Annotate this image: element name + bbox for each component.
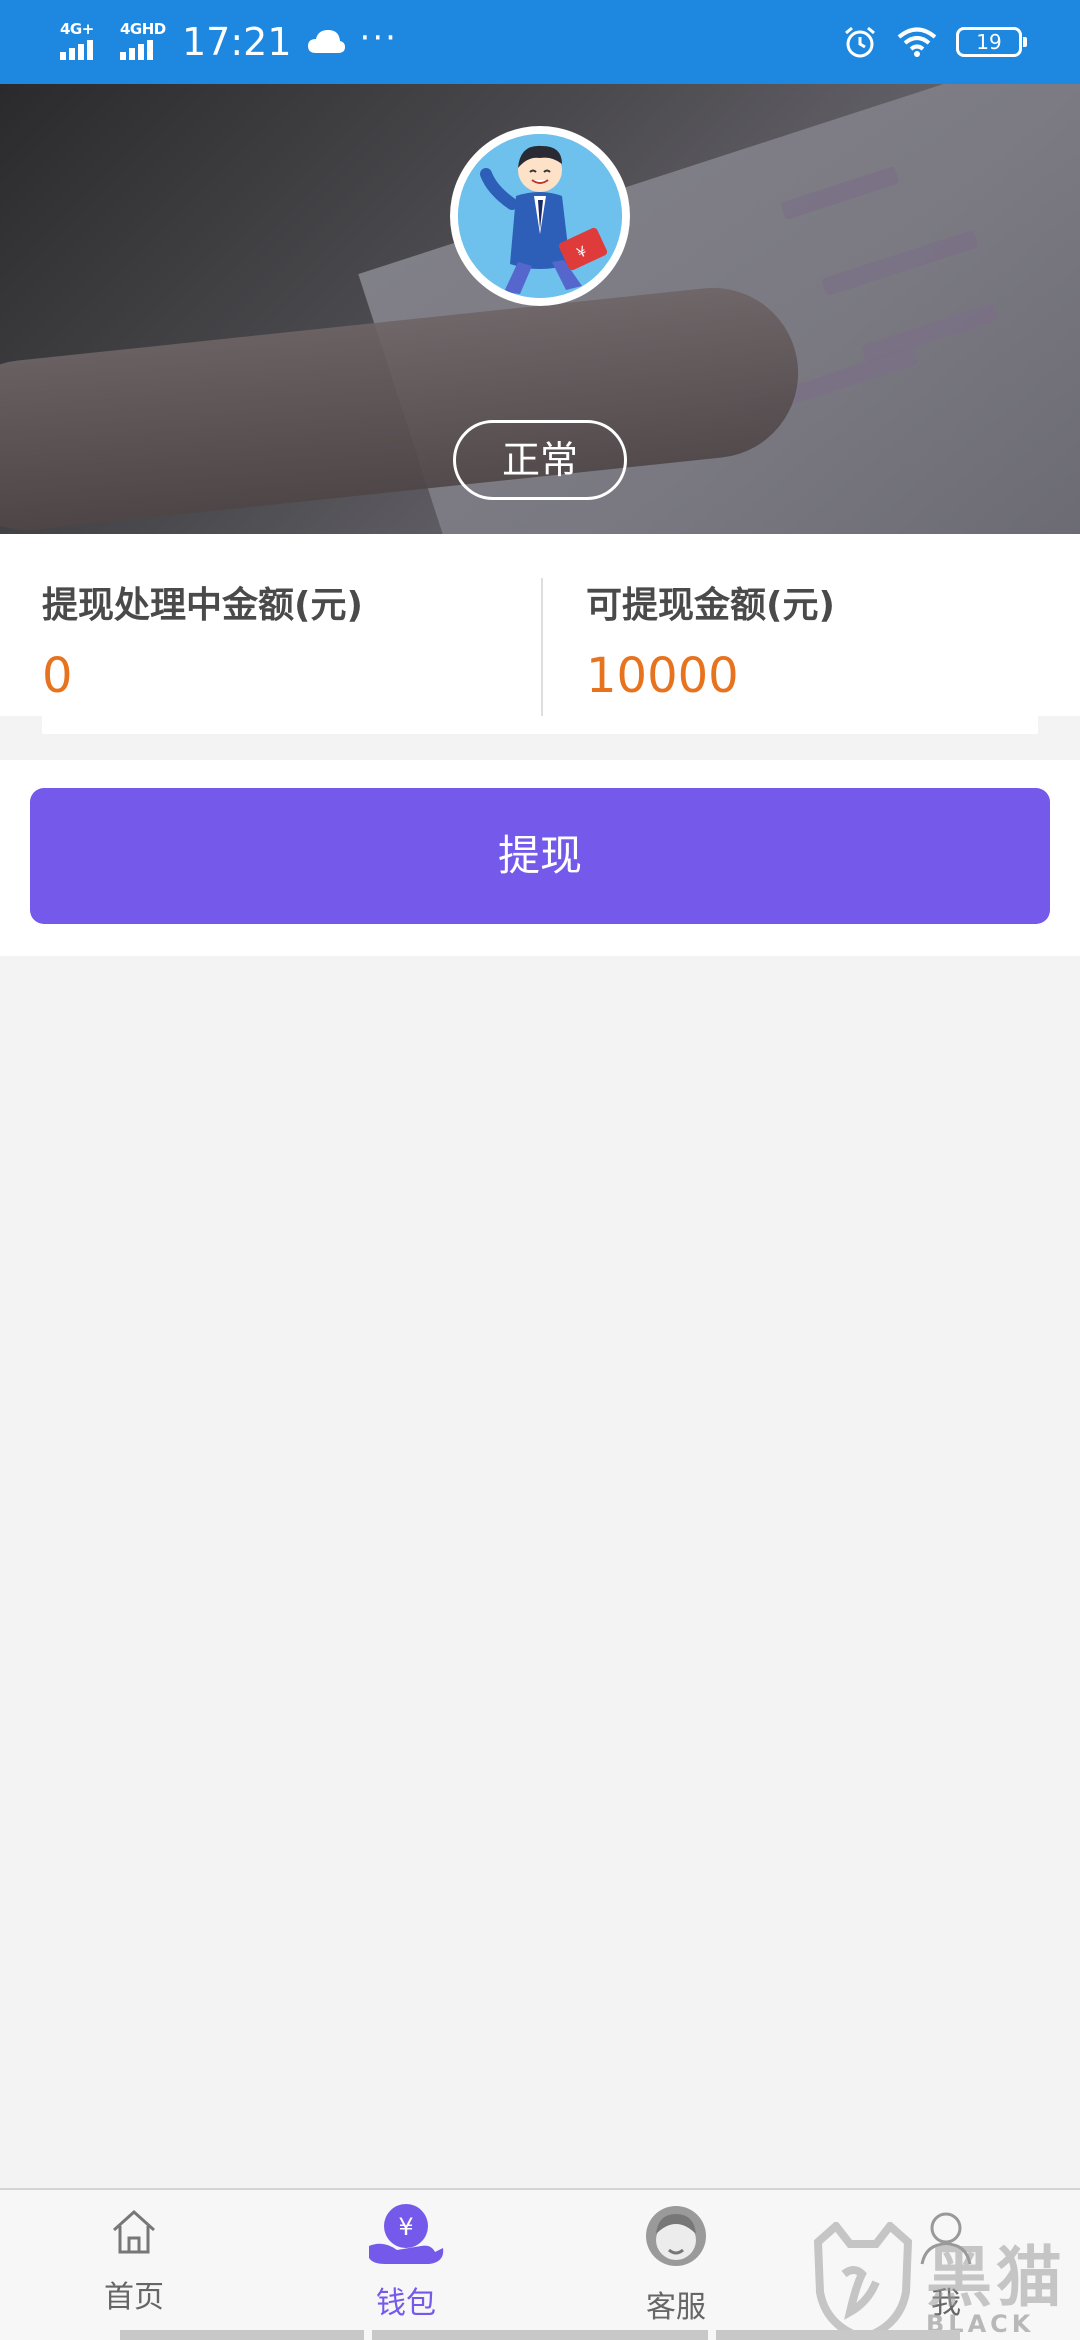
- network-type-1: 4G+: [60, 20, 94, 38]
- status-bar-left: 4G+ 4GHD 17:21 ···: [58, 16, 398, 68]
- signal-icon: 4GHD: [118, 20, 166, 64]
- withdraw-panel: 提现: [0, 760, 1080, 956]
- processing-amount-value: 0: [42, 648, 73, 704]
- section-gap: [0, 716, 1080, 760]
- wallet-icon: ¥: [369, 2204, 444, 2264]
- balance-summary: 提现处理中金额(元) 0 可提现金额(元) 10000: [0, 534, 1080, 734]
- account-status-badge: 正常: [453, 420, 627, 500]
- battery-level: 19: [976, 30, 1002, 54]
- available-amount: 可提现金额(元) 10000: [586, 576, 835, 704]
- profile-header: ¥ 正常: [0, 84, 1080, 534]
- processing-amount: 提现处理中金额(元) 0: [42, 576, 363, 704]
- processing-amount-label: 提现处理中金额(元): [42, 585, 363, 626]
- cloud-icon: [307, 30, 345, 53]
- tab-wallet[interactable]: ¥ 钱包: [306, 2204, 506, 2326]
- avatar-image: ¥: [458, 134, 622, 298]
- battery-icon: 19: [956, 27, 1027, 57]
- svg-text:¥: ¥: [398, 2213, 413, 2241]
- divider: [541, 578, 543, 734]
- tab-home-label: 首页: [104, 2280, 164, 2315]
- watermark-text: 黑猫: [926, 2239, 1066, 2316]
- alarm-icon: [845, 26, 875, 58]
- available-amount-value: 10000: [586, 648, 739, 704]
- signal-icon: 4G+: [58, 20, 104, 64]
- more-notifications: ···: [359, 18, 398, 58]
- network-type-2: 4GHD: [120, 20, 166, 38]
- black-cat-logo-icon: [813, 2222, 913, 2340]
- tab-wallet-label: 钱包: [376, 2286, 436, 2321]
- watermark: 黑猫 BLACK CAT: [808, 2222, 1080, 2340]
- tab-customer-service[interactable]: 客服: [576, 2206, 776, 2326]
- tab-home[interactable]: 首页: [34, 2206, 234, 2326]
- home-indicator: [0, 2330, 1080, 2340]
- tab-customer-service-label: 客服: [646, 2290, 706, 2325]
- wifi-icon: [897, 27, 937, 57]
- withdraw-button[interactable]: 提现: [30, 788, 1050, 924]
- available-amount-label: 可提现金额(元): [586, 585, 835, 626]
- status-bar-right: 19: [842, 16, 1027, 68]
- home-icon: [112, 2209, 156, 2254]
- avatar[interactable]: ¥: [450, 126, 630, 306]
- customer-service-icon: [646, 2206, 706, 2266]
- status-bar: 4G+ 4GHD 17:21 ··· 19: [0, 0, 1080, 84]
- clock: 17:21: [182, 20, 292, 64]
